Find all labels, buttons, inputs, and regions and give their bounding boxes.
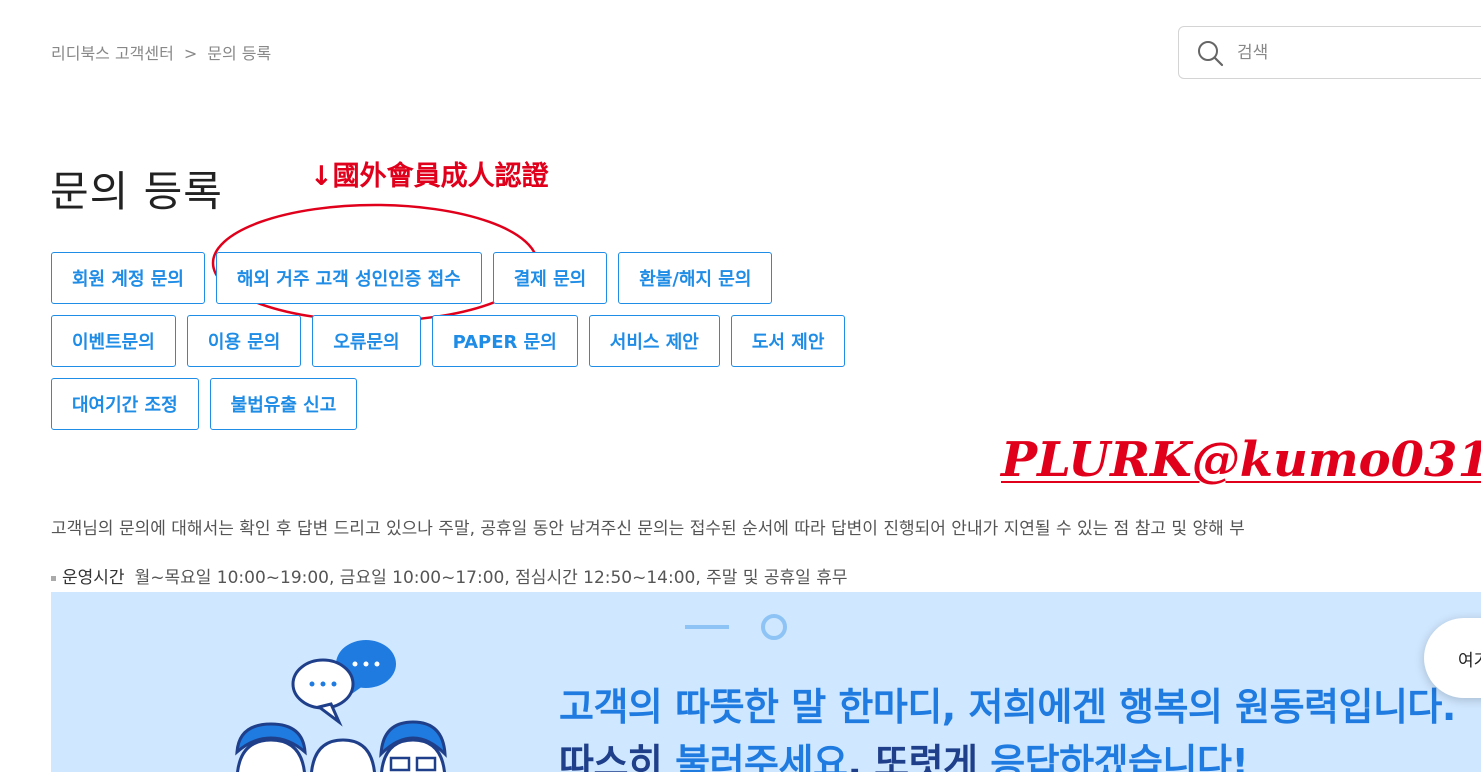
banner-sub-part-1: 따스히 xyxy=(559,741,676,772)
breadcrumb-separator: > xyxy=(183,44,198,63)
search-input[interactable] xyxy=(1235,37,1479,69)
notice-text: 고객님의 문의에 대해서는 확인 후 답변 드리고 있으나 주말, 공휴일 동안… xyxy=(51,519,1245,539)
breadcrumb-current: 문의 등록 xyxy=(207,44,272,63)
category-row-1: 회원 계정 문의 해외 거주 고객 성인인증 접수 결제 문의 환불/해지 문의 xyxy=(51,252,773,304)
operating-hours: 운영시간 월~목요일 10:00~19:00, 금요일 10:00~17:00, … xyxy=(51,563,848,588)
breadcrumb: 리디북스 고객센터 > 문의 등록 xyxy=(51,40,271,64)
category-row-2: 이벤트문의 이용 문의 오류문의 PAPER 문의 서비스 제안 도서 제안 xyxy=(51,315,846,367)
category-event-button[interactable]: 이벤트문의 xyxy=(51,315,176,367)
page-title: 문의 등록 xyxy=(50,167,223,216)
category-service-suggestion-button[interactable]: 서비스 제안 xyxy=(588,315,720,367)
search-icon[interactable] xyxy=(1197,40,1225,68)
banner-subheadline: 따스히 불러주세요, 또렷게 응답하겠습니다! xyxy=(559,732,1249,772)
category-illegal-leak-report-button[interactable]: 불법유출 신고 xyxy=(209,378,358,430)
category-paper-button[interactable]: PAPER 문의 xyxy=(431,315,578,367)
bullet-icon xyxy=(51,575,56,581)
banner-sub-part-3: , 또렷게 xyxy=(847,741,991,772)
banner-sub-part-2: 불러주세요 xyxy=(675,741,848,772)
hours-text: 월~목요일 10:00~19:00, 금요일 10:00~17:00, 점심시간… xyxy=(134,568,848,588)
watermark: PLURK@kumo0310 xyxy=(1001,432,1481,488)
category-rental-period-button[interactable]: 대여기간 조정 xyxy=(51,378,199,430)
category-overseas-adult-verification-button[interactable]: 해외 거주 고객 성인인증 접수 xyxy=(215,252,482,304)
banner-sub-part-4: 응답하겠습니다! xyxy=(990,741,1249,772)
category-usage-button[interactable]: 이용 문의 xyxy=(186,315,302,367)
category-book-suggestion-button[interactable]: 도서 제안 xyxy=(730,315,846,367)
decoration-icon xyxy=(685,614,787,640)
customers-chat-icon xyxy=(235,640,447,772)
banner: 고객의 따뜻한 말 한마디, 저희에겐 행복의 원동력입니다. 따스히 불러주세… xyxy=(51,592,1481,772)
category-error-button[interactable]: 오류문의 xyxy=(312,315,421,367)
banner-headline: 고객의 따뜻한 말 한마디, 저희에겐 행복의 원동력입니다. xyxy=(559,685,1456,729)
category-refund-button[interactable]: 환불/해지 문의 xyxy=(618,252,773,304)
hours-label: 운영시간 xyxy=(62,568,125,588)
category-row-3: 대여기간 조정 불법유출 신고 xyxy=(51,378,358,430)
annotation-label: ↓國外會員成人認證 xyxy=(310,161,549,192)
search-box[interactable] xyxy=(1178,26,1481,79)
category-payment-button[interactable]: 결제 문의 xyxy=(492,252,608,304)
breadcrumb-home-link[interactable]: 리디북스 고객센터 xyxy=(51,44,174,63)
category-account-button[interactable]: 회원 계정 문의 xyxy=(51,252,205,304)
